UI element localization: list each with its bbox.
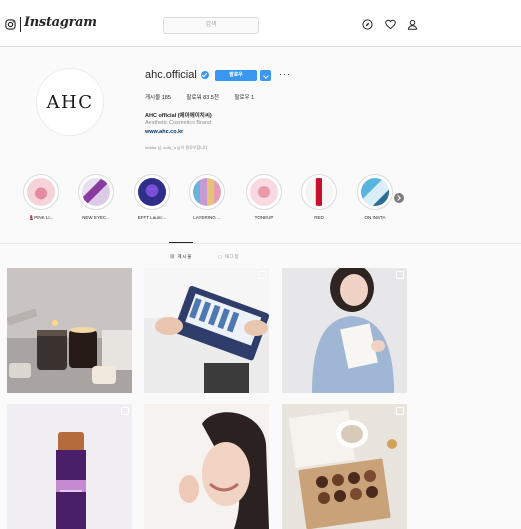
highlight-cover — [23, 174, 59, 210]
highlight-item[interactable]: RED — [299, 174, 339, 220]
suggested-accounts-dropdown-button[interactable] — [260, 70, 271, 81]
logo-divider — [20, 17, 21, 32]
instagram-glyph-icon[interactable] — [5, 19, 16, 30]
compass-icon[interactable] — [362, 19, 373, 30]
following-count[interactable]: 팔로우 1 — [234, 95, 254, 101]
active-tab-indicator — [169, 242, 193, 243]
highlight-item[interactable]: 💄PINK LI... — [21, 174, 61, 221]
profile-username: ahc.official — [145, 69, 197, 81]
followers-count[interactable]: 팔로워 83.5천 — [186, 95, 218, 101]
tab-posts[interactable]: ▦ 게시물 — [170, 254, 192, 260]
highlight-cover — [189, 174, 225, 210]
post-thumbnail-woman-card[interactable] — [282, 268, 407, 393]
multiple-photos-icon — [121, 407, 129, 415]
highlight-item[interactable]: ON INSTA — [355, 174, 395, 220]
top-navigation-bar: Instagram 검색 — [0, 0, 521, 47]
tab-posts-label: 게시물 — [177, 254, 193, 259]
post-thumbnail-purple-tube[interactable] — [7, 404, 132, 529]
highlight-label: TONEUP — [254, 215, 274, 220]
highlight-cover — [78, 174, 114, 210]
follow-button[interactable]: 팔로우 — [215, 70, 257, 81]
highlight-label: ON INSTA — [364, 215, 386, 220]
tab-tagged-label: 태그됨 — [224, 254, 240, 259]
multiple-photos-icon — [396, 271, 404, 279]
person-icon[interactable] — [407, 19, 418, 30]
post-thumbnail-smiling-woman[interactable] — [144, 404, 269, 529]
highlight-label: 💄PINK LI... — [28, 215, 54, 220]
highlight-label: RED — [314, 215, 324, 220]
highlight-label: NEW EYEC... — [82, 215, 110, 220]
post-thumbnail-ampoule-box[interactable] — [144, 268, 269, 393]
highlight-label: LAYERING ... — [193, 215, 221, 220]
instagram-wordmark[interactable]: Instagram — [24, 15, 97, 30]
highlight-item[interactable]: NEW EYEC... — [76, 174, 116, 220]
more-options-icon[interactable]: ··· — [279, 69, 291, 79]
posts-count: 게시물 185 — [145, 95, 171, 101]
highlight-item[interactable]: TONEUP — [244, 174, 284, 220]
highlight-item[interactable]: LAYERING ... — [187, 174, 227, 220]
multiple-photos-icon — [396, 407, 404, 415]
highlight-cover — [301, 174, 337, 210]
highlight-cover — [246, 174, 282, 210]
highlight-cover — [357, 174, 393, 210]
bio-category: Aesthetic Cosmetics Brand — [145, 120, 212, 126]
highlights-next-arrow-icon[interactable] — [394, 193, 404, 203]
tag-icon: ◻ — [218, 254, 225, 259]
profile-avatar[interactable]: AHC — [36, 68, 104, 136]
highlight-label: EFFT Launc... — [137, 215, 167, 220]
search-input[interactable]: 검색 — [163, 17, 259, 34]
post-thumbnail-chocolate-box[interactable] — [282, 404, 407, 529]
tab-tagged[interactable]: ◻ 태그됨 — [218, 254, 239, 260]
bio-website-link[interactable]: www.ahc.co.kr — [145, 129, 183, 135]
heart-icon[interactable] — [385, 19, 396, 30]
post-thumbnail-candles[interactable] — [7, 268, 132, 393]
bio-display-name: AHC official (에이에이치씨) — [145, 113, 212, 119]
profile-stats: 게시물 185 팔로워 83.5천 팔로우 1 — [145, 93, 268, 101]
multiple-photos-icon — [258, 271, 266, 279]
avatar-logo-text: AHC — [46, 91, 94, 113]
tabs-divider — [0, 243, 521, 244]
verified-badge-icon — [201, 71, 209, 79]
highlight-item[interactable]: EFFT Launc... — [132, 174, 172, 220]
followed-by-text[interactable]: lmaliia 님, sully_a 님이 팔로우합니다 — [145, 145, 207, 151]
highlight-cover — [134, 174, 170, 210]
